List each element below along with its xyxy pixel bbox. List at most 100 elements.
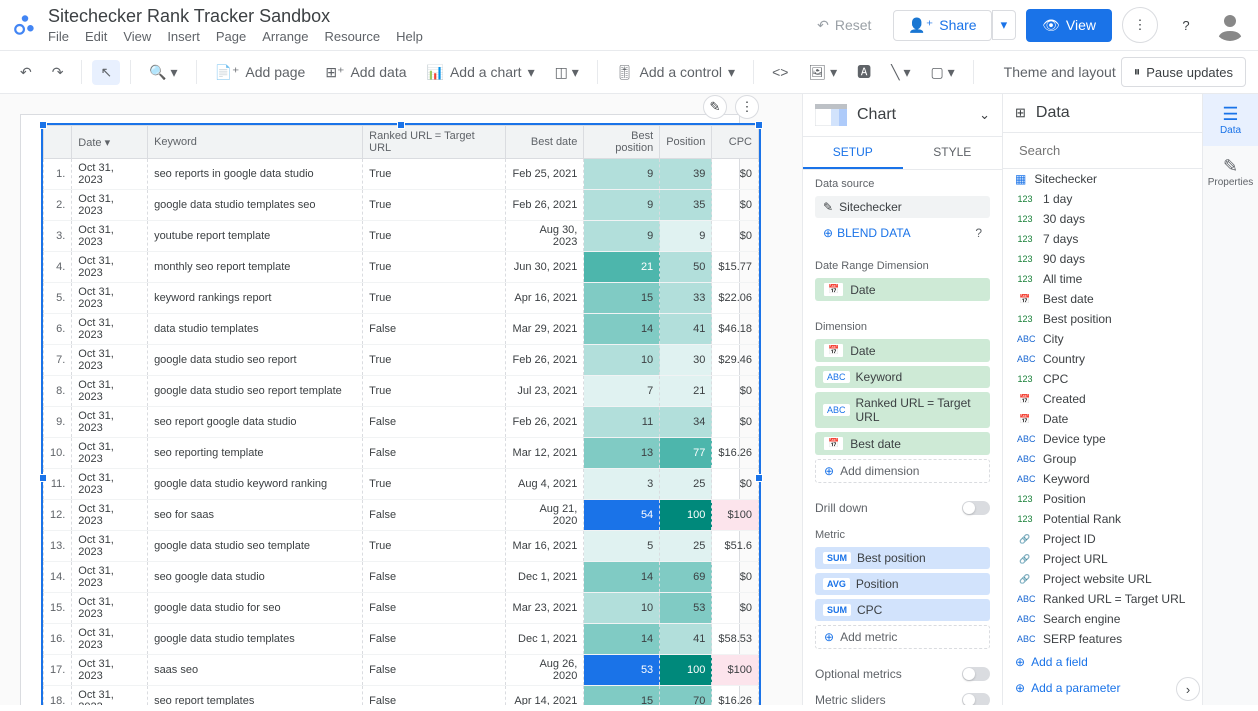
data-source-chip[interactable]: ✎Sitechecker [815,196,990,218]
blend-data-button[interactable]: ⊕BLEND DATA? [815,222,990,244]
menu-insert[interactable]: Insert [167,29,200,44]
field-item[interactable]: 12390 days [1003,249,1202,269]
field-search-input[interactable] [1015,139,1190,162]
field-item[interactable]: ABCKeyword [1003,469,1202,489]
table-row[interactable]: 12.Oct 31, 2023seo for saasFalseAug 21, … [44,500,759,531]
add-data-button[interactable]: ⊞⁺Add data [317,60,414,85]
field-item[interactable]: ABCRanked URL = Target URL [1003,589,1202,609]
community-viz-button[interactable]: ◫ ▾ [547,60,587,85]
rail-data-tab[interactable]: ☰Data [1203,94,1258,146]
redo-button[interactable]: ↷ [44,60,72,85]
rail-properties-tab[interactable]: ✎Properties [1203,146,1258,198]
field-item[interactable]: ABCSearch engine [1003,609,1202,629]
metric-cpc[interactable]: SUMCPC [815,599,990,621]
table-row[interactable]: 5.Oct 31, 2023keyword rankings reportTru… [44,283,759,314]
optional-metrics-toggle[interactable]: Optional metrics [803,661,1002,687]
date-range-chip[interactable]: 📅Date [815,278,990,301]
field-item[interactable]: 123All time [1003,269,1202,289]
toggle-switch[interactable] [962,501,990,515]
table-row[interactable]: 18.Oct 31, 2023seo report templatesFalse… [44,686,759,706]
col-bestpos[interactable]: Best position [584,126,660,159]
report-canvas[interactable]: ✎ ⋮ Date ▾ Keyword Ranked URL = Target U… [0,94,802,705]
menu-file[interactable]: File [48,29,69,44]
add-page-button[interactable]: 📄⁺Add page [207,60,314,85]
theme-layout-button[interactable]: Theme and layout [1004,64,1116,80]
shape-button[interactable]: ▢ ▾ [923,60,963,85]
table-chart-type-icon[interactable] [815,104,847,126]
zoom-dropdown[interactable]: 🔍 ▾ [141,60,185,85]
col-keyword[interactable]: Keyword [148,126,363,159]
text-button[interactable]: 🅰 [849,58,879,86]
field-item[interactable]: 📅Date [1003,409,1202,429]
chart-more-button[interactable]: ⋮ [735,95,759,119]
help-button[interactable]: ? [1168,7,1204,43]
table-chart[interactable]: ✎ ⋮ Date ▾ Keyword Ranked URL = Target U… [41,123,761,705]
add-metric-button[interactable]: ⊕Add metric [815,625,990,649]
field-item[interactable]: ABCGroup [1003,449,1202,469]
table-row[interactable]: 8.Oct 31, 2023google data studio seo rep… [44,376,759,407]
field-item[interactable]: ABCCountry [1003,349,1202,369]
col-ranked[interactable]: Ranked URL = Target URL [363,126,506,159]
field-item[interactable]: 📅Created [1003,389,1202,409]
toggle-switch[interactable] [962,667,990,681]
table-row[interactable]: 11.Oct 31, 2023google data studio keywor… [44,469,759,500]
menu-page[interactable]: Page [216,29,246,44]
field-item[interactable]: ABCDevice type [1003,429,1202,449]
dim-bestdate[interactable]: 📅Best date [815,432,990,455]
table-row[interactable]: 17.Oct 31, 2023saas seoFalseAug 26, 2020… [44,655,759,686]
metric-sliders-toggle[interactable]: Metric sliders [803,687,1002,705]
field-item[interactable]: 🔗Project URL [1003,549,1202,569]
add-control-button[interactable]: 🎚Add a control ▾ [608,60,743,85]
menu-arrange[interactable]: Arrange [262,29,308,44]
col-position[interactable]: Position [660,126,712,159]
image-button[interactable]: 🖼 ▾ [800,60,845,85]
data-source-name[interactable]: ▦Sitechecker [1003,169,1202,189]
dim-ranked[interactable]: ABCRanked URL = Target URL [815,392,990,428]
reset-button[interactable]: ↶Reset [805,11,883,40]
embed-button[interactable]: <> [764,60,796,84]
more-options-button[interactable]: ⋮ [1122,7,1158,43]
share-button[interactable]: 👤⁺Share [893,10,991,41]
metric-bestpos[interactable]: SUMBest position [815,547,990,569]
style-tab[interactable]: STYLE [903,137,1003,169]
toggle-switch[interactable] [962,693,990,705]
undo-button[interactable]: ↶ [12,60,40,85]
dim-date[interactable]: 📅Date [815,339,990,362]
table-row[interactable]: 4.Oct 31, 2023monthly seo report templat… [44,252,759,283]
field-item[interactable]: 1237 days [1003,229,1202,249]
menu-edit[interactable]: Edit [85,29,107,44]
field-item[interactable]: 123Position [1003,489,1202,509]
table-row[interactable]: 7.Oct 31, 2023google data studio seo rep… [44,345,759,376]
chart-type-dropdown[interactable]: ⌄ [979,107,990,123]
table-row[interactable]: 14.Oct 31, 2023seo google data studioFal… [44,562,759,593]
add-dimension-button[interactable]: ⊕Add dimension [815,459,990,483]
pause-updates-button[interactable]: ⏸Pause updates [1121,57,1246,87]
line-button[interactable]: ╲ ▾ [883,60,918,85]
field-item[interactable]: 🔗Project website URL [1003,569,1202,589]
share-dropdown[interactable]: ▾ [992,10,1017,40]
table-row[interactable]: 16.Oct 31, 2023google data studio templa… [44,624,759,655]
user-avatar[interactable] [1214,9,1246,41]
table-row[interactable]: 10.Oct 31, 2023seo reporting templateFal… [44,438,759,469]
document-title[interactable]: Sitechecker Rank Tracker Sandbox [48,6,805,27]
dim-keyword[interactable]: ABCKeyword [815,366,990,388]
help-icon[interactable]: ? [975,226,982,240]
drill-down-toggle[interactable]: Drill down [803,495,1002,521]
field-item[interactable]: 🔗Project ID [1003,529,1202,549]
add-data-button[interactable]: ⊕Add Data [1003,701,1202,705]
expand-panel-button[interactable]: › [1176,677,1200,701]
edit-chart-button[interactable]: ✎ [703,95,727,119]
table-row[interactable]: 13.Oct 31, 2023google data studio seo te… [44,531,759,562]
add-chart-button[interactable]: 📊Add a chart ▾ [419,60,543,85]
field-item[interactable]: 123Best position [1003,309,1202,329]
menu-help[interactable]: Help [396,29,423,44]
field-item[interactable]: 123CPC [1003,369,1202,389]
add-field-button[interactable]: ⊕Add a field [1003,649,1202,675]
view-button[interactable]: 👁View [1026,9,1112,42]
table-row[interactable]: 2.Oct 31, 2023google data studio templat… [44,190,759,221]
table-row[interactable]: 3.Oct 31, 2023youtube report templateTru… [44,221,759,252]
table-row[interactable]: 6.Oct 31, 2023data studio templatesFalse… [44,314,759,345]
menu-resource[interactable]: Resource [324,29,380,44]
table-row[interactable]: 15.Oct 31, 2023google data studio for se… [44,593,759,624]
menu-view[interactable]: View [123,29,151,44]
